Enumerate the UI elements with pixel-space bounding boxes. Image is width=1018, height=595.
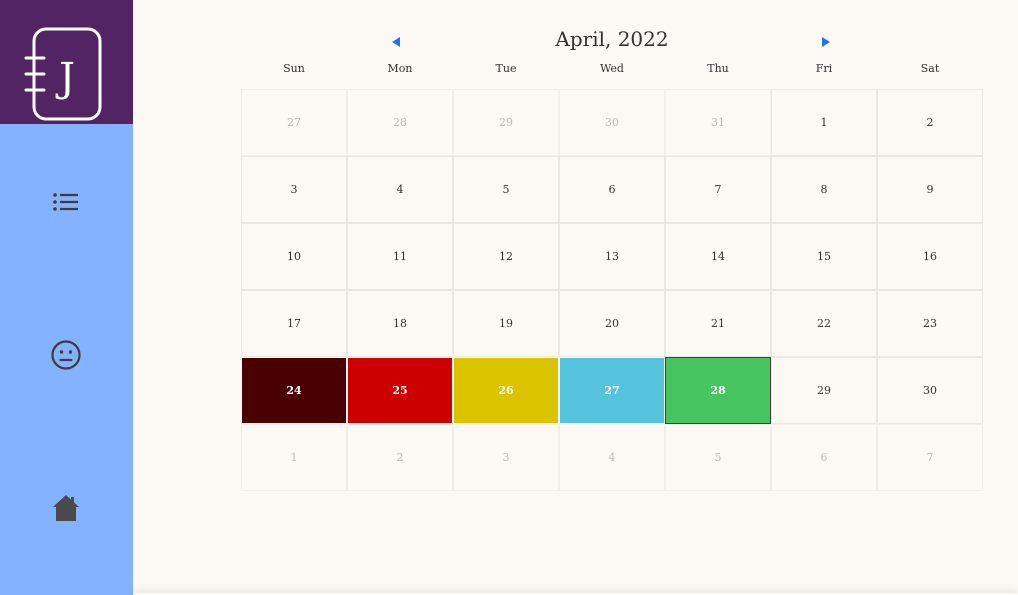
- calendar-grid: 27 28 29 30 31 1 2 3 4 5 6 7 8 9 10 11 12 13 14 15 16 17 18 19 2…: [241, 89, 983, 492]
- weekday-label: Wed: [600, 62, 624, 75]
- calendar-day-cell[interactable]: 3: [241, 156, 347, 223]
- calendar-day-cell[interactable]: 30: [559, 89, 665, 156]
- journal-logo-icon: J: [24, 27, 102, 121]
- calendar-day-cell[interactable]: 18: [347, 290, 453, 357]
- calendar-day-cell[interactable]: 7: [665, 156, 771, 223]
- weekday-label: Sun: [283, 62, 305, 75]
- weekday-label: Sat: [920, 62, 940, 75]
- calendar-day-cell[interactable]: 25: [347, 357, 453, 424]
- calendar-day-cell[interactable]: 28: [665, 357, 771, 424]
- calendar-day-cell[interactable]: 29: [771, 357, 877, 424]
- calendar-day-cell[interactable]: 8: [771, 156, 877, 223]
- calendar-day-cell[interactable]: 17: [241, 290, 347, 357]
- calendar-day-cell[interactable]: 10: [241, 223, 347, 290]
- calendar-day-cell[interactable]: 22: [771, 290, 877, 357]
- sidebar: J: [0, 0, 133, 595]
- weekday-label: Tue: [495, 62, 517, 75]
- calendar-day-cell[interactable]: 27: [559, 357, 665, 424]
- list-icon[interactable]: [50, 186, 82, 218]
- calendar-day-cell[interactable]: 30: [877, 357, 983, 424]
- app-logo[interactable]: J: [0, 0, 133, 124]
- calendar-day-cell[interactable]: 12: [453, 223, 559, 290]
- month-title: April, 2022: [555, 27, 669, 51]
- weekday-label: Fri: [815, 62, 833, 75]
- calendar-day-cell[interactable]: 6: [559, 156, 665, 223]
- calendar-day-cell[interactable]: 15: [771, 223, 877, 290]
- calendar-day-cell[interactable]: 27: [241, 89, 347, 156]
- logo-letter: J: [55, 55, 75, 101]
- calendar-day-cell[interactable]: 7: [877, 424, 983, 491]
- calendar-day-cell[interactable]: 4: [347, 156, 453, 223]
- weekday-header-row: Sun Mon Tue Wed Thu Fri Sat: [241, 62, 983, 80]
- calendar-day-cell[interactable]: 29: [453, 89, 559, 156]
- neutral-face-icon[interactable]: [50, 339, 82, 371]
- calendar-day-cell[interactable]: 5: [453, 156, 559, 223]
- calendar-day-cell[interactable]: 20: [559, 290, 665, 357]
- calendar-day-cell[interactable]: 3: [453, 424, 559, 491]
- calendar-day-cell[interactable]: 1: [241, 424, 347, 491]
- calendar-day-cell[interactable]: 1: [771, 89, 877, 156]
- calendar-day-cell[interactable]: 2: [877, 89, 983, 156]
- calendar-day-cell[interactable]: 19: [453, 290, 559, 357]
- calendar-day-cell[interactable]: 31: [665, 89, 771, 156]
- calendar-day-cell[interactable]: 26: [453, 357, 559, 424]
- calendar-day-cell[interactable]: 13: [559, 223, 665, 290]
- calendar-day-cell[interactable]: 14: [665, 223, 771, 290]
- calendar-day-cell[interactable]: 6: [771, 424, 877, 491]
- calendar-day-cell[interactable]: 28: [347, 89, 453, 156]
- calendar-day-cell[interactable]: 16: [877, 223, 983, 290]
- calendar-day-cell[interactable]: 11: [347, 223, 453, 290]
- home-icon[interactable]: [50, 492, 82, 524]
- calendar-header: April, 2022: [241, 24, 983, 60]
- main-content: April, 2022 Sun Mon Tue Wed Thu Fri Sat …: [133, 0, 1018, 595]
- next-month-button[interactable]: [819, 34, 833, 48]
- calendar-day-cell[interactable]: 23: [877, 290, 983, 357]
- calendar-day-cell[interactable]: 5: [665, 424, 771, 491]
- triangle-right-icon: [822, 37, 830, 47]
- calendar-day-cell[interactable]: 2: [347, 424, 453, 491]
- weekday-label: Thu: [707, 62, 729, 75]
- calendar-day-cell[interactable]: 24: [241, 357, 347, 424]
- calendar-day-cell[interactable]: 21: [665, 290, 771, 357]
- weekday-label: Mon: [387, 62, 413, 75]
- calendar-day-cell[interactable]: 9: [877, 156, 983, 223]
- calendar-day-cell[interactable]: 4: [559, 424, 665, 491]
